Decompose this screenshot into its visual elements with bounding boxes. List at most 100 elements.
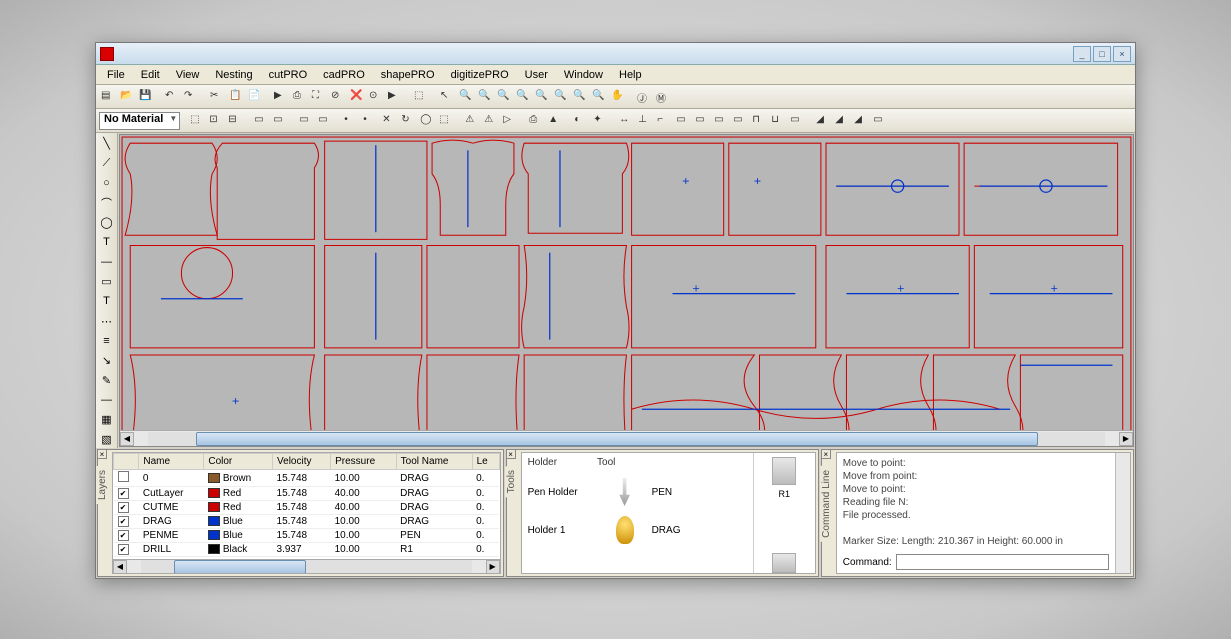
toolbar1-button-4[interactable]: ↶ — [163, 88, 181, 106]
toolbar1-button-17[interactable]: ▶ — [386, 88, 404, 106]
toolbar1-button-14[interactable]: ⊘ — [329, 88, 347, 106]
toolbar1-button-24[interactable]: 🔍 — [495, 88, 513, 106]
vtool-button-0[interactable]: ╲ — [98, 135, 116, 153]
toolbar1-button-30[interactable]: ✋ — [609, 88, 627, 106]
menu-shapepro[interactable]: shapePRO — [374, 67, 442, 83]
tool-row[interactable]: Holder 1DRAG — [528, 516, 747, 544]
close-button[interactable]: × — [1113, 46, 1131, 62]
vtool-button-1[interactable]: ⟋ — [98, 155, 116, 173]
toolbar2-button-39[interactable]: ◢ — [833, 112, 851, 130]
toolbar2-button-7[interactable]: ▭ — [297, 112, 315, 130]
toolbar1-button-13[interactable]: ⛶ — [310, 88, 328, 106]
menu-window[interactable]: Window — [557, 67, 610, 83]
layer-visibility-checkbox[interactable]: ✔ — [118, 502, 129, 513]
vtool-button-3[interactable]: ⌒ — [98, 194, 116, 212]
toolbar2-button-41[interactable]: ▭ — [871, 112, 889, 130]
scroll-right-arrow[interactable]: ▶ — [1119, 432, 1133, 446]
maximize-button[interactable]: □ — [1093, 46, 1111, 62]
toolbar2-button-33[interactable]: ▭ — [731, 112, 749, 130]
command-scrollbar[interactable] — [1115, 453, 1130, 573]
toolbar2-button-34[interactable]: ⊓ — [750, 112, 768, 130]
toolbar2-button-0[interactable]: ⬚ — [188, 112, 206, 130]
vtool-button-10[interactable]: ≡ — [98, 332, 116, 350]
toolbar2-button-11[interactable]: • — [361, 112, 379, 130]
menu-view[interactable]: View — [169, 67, 207, 83]
layer-visibility-checkbox[interactable]: ✔ — [118, 544, 129, 555]
router-icon[interactable] — [772, 457, 796, 485]
layer-visibility-checkbox[interactable]: ✔ — [118, 516, 129, 527]
layer-visibility-checkbox[interactable] — [118, 471, 129, 482]
toolbar1-button-28[interactable]: 🔍 — [571, 88, 589, 106]
toolbar2-button-40[interactable]: ◢ — [852, 112, 870, 130]
horizontal-scrollbar[interactable]: ◀ ▶ — [120, 430, 1133, 446]
menu-nesting[interactable]: Nesting — [208, 67, 259, 83]
menu-edit[interactable]: Edit — [134, 67, 167, 83]
scroll-left-arrow[interactable]: ◀ — [113, 560, 127, 574]
layer-visibility-checkbox[interactable]: ✔ — [118, 488, 129, 499]
command-line-tab[interactable]: Command Line — [820, 466, 833, 542]
scroll-left-arrow[interactable]: ◀ — [120, 432, 134, 446]
toolbar2-button-29[interactable]: ⌐ — [655, 112, 673, 130]
menu-cutpro[interactable]: cutPRO — [262, 67, 315, 83]
vtool-button-8[interactable]: T — [98, 293, 116, 311]
toolbar1-button-21[interactable]: ↖ — [438, 88, 456, 106]
vtool-button-15[interactable]: ▧ — [98, 430, 116, 448]
tools-tab[interactable]: Tools — [505, 466, 518, 497]
toolbar2-button-2[interactable]: ⊟ — [226, 112, 244, 130]
layers-header[interactable]: Pressure — [331, 454, 397, 470]
panel-close-button[interactable]: × — [821, 449, 831, 459]
table-row[interactable]: ✔DRILLBlack3.93710.00R10. — [114, 543, 500, 557]
vtool-button-6[interactable]: — — [98, 253, 116, 271]
menu-user[interactable]: User — [518, 67, 555, 83]
scroll-right-arrow[interactable]: ▶ — [486, 560, 500, 574]
scroll-thumb[interactable] — [174, 560, 306, 574]
toolbar2-button-30[interactable]: ▭ — [674, 112, 692, 130]
toolbar1-button-8[interactable]: 📋 — [227, 88, 245, 106]
layers-tab[interactable]: Layers — [96, 466, 109, 504]
toolbar2-button-8[interactable]: ▭ — [316, 112, 334, 130]
toolbar2-button-25[interactable]: ✦ — [591, 112, 609, 130]
toolbar1-button-27[interactable]: 🔍 — [552, 88, 570, 106]
toolbar1-button-25[interactable]: 🔍 — [514, 88, 532, 106]
toolbar1-button-16[interactable]: ⊙ — [367, 88, 385, 106]
vtool-button-14[interactable]: ▦ — [98, 411, 116, 429]
minimize-button[interactable]: _ — [1073, 46, 1091, 62]
toolbar2-button-15[interactable]: ⬚ — [437, 112, 455, 130]
toolbar2-button-28[interactable]: ⊥ — [636, 112, 654, 130]
vtool-button-5[interactable]: T — [98, 233, 116, 251]
vtool-button-7[interactable]: ▭ — [98, 273, 116, 291]
toolbar2-button-10[interactable]: • — [342, 112, 360, 130]
toolbar2-button-14[interactable]: ◯ — [418, 112, 436, 130]
vtool-button-2[interactable]: ○ — [98, 174, 116, 192]
vtool-button-11[interactable]: ↘ — [98, 352, 116, 370]
toolbar1-button-5[interactable]: ↷ — [182, 88, 200, 106]
toolbar1-button-22[interactable]: 🔍 — [457, 88, 475, 106]
layer-visibility-checkbox[interactable]: ✔ — [118, 530, 129, 541]
toolbar1-button-2[interactable]: 💾 — [137, 88, 155, 106]
toolbar1-button-29[interactable]: 🔍 — [590, 88, 608, 106]
toolbar1-button-11[interactable]: ▶ — [272, 88, 290, 106]
toolbar1-button-9[interactable]: 📄 — [246, 88, 264, 106]
menu-digitizepro[interactable]: digitizePRO — [444, 67, 516, 83]
layers-header[interactable] — [114, 454, 139, 470]
command-input[interactable] — [896, 554, 1109, 570]
toolbar2-button-19[interactable]: ▷ — [501, 112, 519, 130]
menu-help[interactable]: Help — [612, 67, 649, 83]
drawing-canvas[interactable] — [120, 135, 1133, 430]
layers-header[interactable]: Velocity — [273, 454, 331, 470]
scroll-thumb[interactable] — [196, 432, 1038, 446]
toolbar1-button-33[interactable]: Ⓜ — [654, 88, 672, 106]
vtool-button-12[interactable]: ✎ — [98, 371, 116, 389]
table-row[interactable]: ✔CutLayerRed15.74840.00DRAG0. — [114, 487, 500, 501]
menu-file[interactable]: File — [100, 67, 132, 83]
table-row[interactable]: ✔CUTMERed15.74840.00DRAG0. — [114, 501, 500, 515]
toolbar2-button-32[interactable]: ▭ — [712, 112, 730, 130]
toolbar2-button-1[interactable]: ⊡ — [207, 112, 225, 130]
layers-header[interactable]: Tool Name — [396, 454, 472, 470]
panel-close-button[interactable]: × — [506, 449, 516, 459]
toolbar2-button-27[interactable]: ↔ — [617, 112, 635, 130]
vtool-button-4[interactable]: ◯ — [98, 214, 116, 232]
material-dropdown[interactable]: No Material — [99, 112, 180, 130]
toolbar1-button-12[interactable]: ⎙ — [291, 88, 309, 106]
toolbar1-button-1[interactable]: 📂 — [118, 88, 136, 106]
